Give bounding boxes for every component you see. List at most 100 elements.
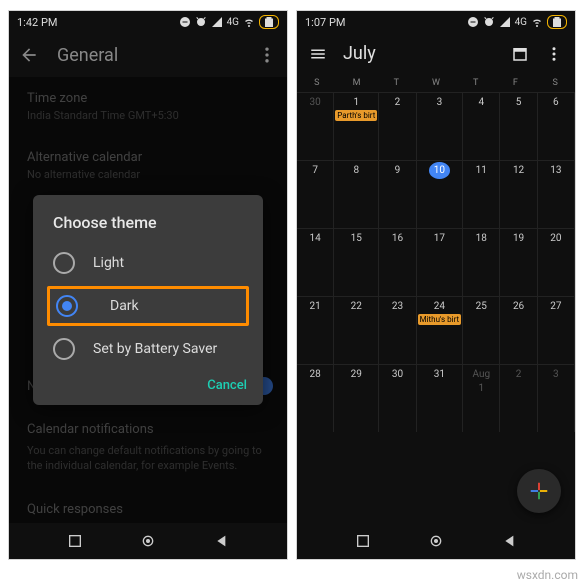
calendar-cell[interactable]: 2	[379, 92, 416, 160]
calendar-cell[interactable]: 26	[500, 296, 537, 364]
status-icons: 4G	[179, 15, 279, 29]
nav-home-icon[interactable]	[140, 533, 156, 549]
alarm-icon	[483, 16, 495, 28]
calendar-cell[interactable]: 30	[297, 92, 334, 160]
dialog-actions: Cancel	[33, 370, 263, 397]
today-icon[interactable]	[511, 45, 529, 63]
calendar-cell[interactable]: 15	[334, 228, 379, 296]
wifi-icon	[243, 16, 255, 28]
theme-option-dark[interactable]: Dark	[56, 295, 240, 317]
calendar-cell[interactable]: 2	[500, 364, 537, 432]
network-label: 4G	[227, 17, 239, 28]
calendar-cell[interactable]: 25	[463, 296, 500, 364]
calendar-cell[interactable]: 28	[297, 364, 334, 432]
calendar-cell[interactable]: 29	[334, 364, 379, 432]
calendar-cell[interactable]: 3	[417, 92, 464, 160]
signal-icon	[211, 16, 223, 28]
dow-label: W	[416, 78, 456, 88]
calendar-cell[interactable]: 17	[417, 228, 464, 296]
page-title: General	[57, 45, 239, 66]
calendar-cell[interactable]: 5	[500, 92, 537, 160]
back-icon[interactable]	[19, 45, 39, 65]
option-label: Dark	[110, 298, 139, 314]
status-icons: 4G	[467, 15, 567, 29]
signal-icon	[499, 16, 511, 28]
dow-label: S	[535, 78, 575, 88]
nav-recents-icon[interactable]	[355, 533, 371, 549]
calendar-cell[interactable]: 31	[417, 364, 464, 432]
nav-back-icon[interactable]	[502, 533, 518, 549]
calendar-cell[interactable]: 1Parth's birt	[334, 92, 379, 160]
calendar-cell[interactable]: 23	[379, 296, 416, 364]
calendar-cell[interactable]: 19	[500, 228, 537, 296]
radio-icon	[56, 295, 78, 317]
calendar-cell[interactable]: 9	[379, 160, 416, 228]
radio-icon	[53, 338, 75, 360]
month-label[interactable]: July	[343, 43, 495, 64]
event-chip[interactable]: Parth's birt	[335, 110, 377, 121]
dow-label: M	[337, 78, 377, 88]
nav-home-icon[interactable]	[428, 533, 444, 549]
calendar-cell[interactable]: 8	[334, 160, 379, 228]
calendar-cell[interactable]: 7	[297, 160, 334, 228]
plus-icon	[528, 480, 550, 502]
nav-bar	[9, 523, 287, 559]
status-time: 1:07 PM	[305, 16, 345, 29]
watermark: wsxdn.com	[517, 568, 578, 582]
calendar-cell[interactable]: 3	[538, 364, 575, 432]
calendar-cell[interactable]: 27	[538, 296, 575, 364]
dow-label: T	[376, 78, 416, 88]
calendar-app-bar: July	[297, 33, 575, 74]
calendar-cell[interactable]: 10	[417, 160, 464, 228]
menu-icon[interactable]	[309, 45, 327, 63]
calendar-cell[interactable]: 14	[297, 228, 334, 296]
calendar-cell[interactable]: 16	[379, 228, 416, 296]
option-label: Light	[93, 255, 124, 271]
theme-option-light[interactable]: Light	[33, 242, 263, 284]
calendar-cell[interactable]: 4	[463, 92, 500, 160]
overflow-icon[interactable]	[545, 45, 563, 63]
nav-bar	[297, 523, 575, 559]
cancel-button[interactable]: Cancel	[207, 378, 247, 393]
dow-label: T	[456, 78, 496, 88]
status-time: 1:42 PM	[17, 16, 57, 29]
calendar-cell[interactable]: 13	[538, 160, 575, 228]
highlight-box: Dark	[47, 286, 249, 326]
status-bar: 1:07 PM 4G	[297, 11, 575, 33]
calendar-cell[interactable]: 21	[297, 296, 334, 364]
phone-settings: 1:42 PM 4G General Time zone India Stand…	[8, 10, 288, 560]
calendar-cell[interactable]: 20	[538, 228, 575, 296]
fab-add-event[interactable]	[517, 469, 561, 513]
nav-back-icon[interactable]	[214, 533, 230, 549]
battery-icon	[547, 15, 567, 29]
calendar-cell[interactable]: 6	[538, 92, 575, 160]
calendar-grid: 301Parth's birt2345678910111213141516171…	[297, 92, 575, 523]
settings-content: Time zone India Standard Time GMT+5:30 A…	[9, 77, 287, 523]
dow-label: F	[496, 78, 536, 88]
dow-label: S	[297, 78, 337, 88]
dialog-overlay[interactable]: Choose theme Light Dark Set by Battery S	[9, 77, 287, 523]
calendar-cell[interactable]: 24Mithu's birt	[417, 296, 464, 364]
radio-icon	[53, 252, 75, 274]
calendar-cell[interactable]: 22	[334, 296, 379, 364]
battery-icon	[259, 15, 279, 29]
theme-dialog: Choose theme Light Dark Set by Battery S	[33, 195, 263, 405]
network-label: 4G	[515, 17, 527, 28]
dnd-icon	[467, 16, 479, 28]
calendar-cell[interactable]: 12	[500, 160, 537, 228]
calendar-cell[interactable]: 30	[379, 364, 416, 432]
dnd-icon	[179, 16, 191, 28]
day-of-week-row: SMTWTFS	[297, 74, 575, 92]
calendar-cell[interactable]: 18	[463, 228, 500, 296]
theme-option-battery[interactable]: Set by Battery Saver	[33, 328, 263, 370]
app-bar: General	[9, 33, 287, 77]
nav-recents-icon[interactable]	[67, 533, 83, 549]
overflow-icon[interactable]	[257, 45, 277, 65]
calendar-cell[interactable]: Aug1	[463, 364, 500, 432]
calendar-cell[interactable]: 11	[463, 160, 500, 228]
status-bar: 1:42 PM 4G	[9, 11, 287, 33]
option-label: Set by Battery Saver	[93, 341, 217, 357]
wifi-icon	[531, 16, 543, 28]
event-chip[interactable]: Mithu's birt	[418, 314, 462, 325]
phone-calendar: 1:07 PM 4G July SMTWTFS 301Parth's birt2…	[296, 10, 576, 560]
